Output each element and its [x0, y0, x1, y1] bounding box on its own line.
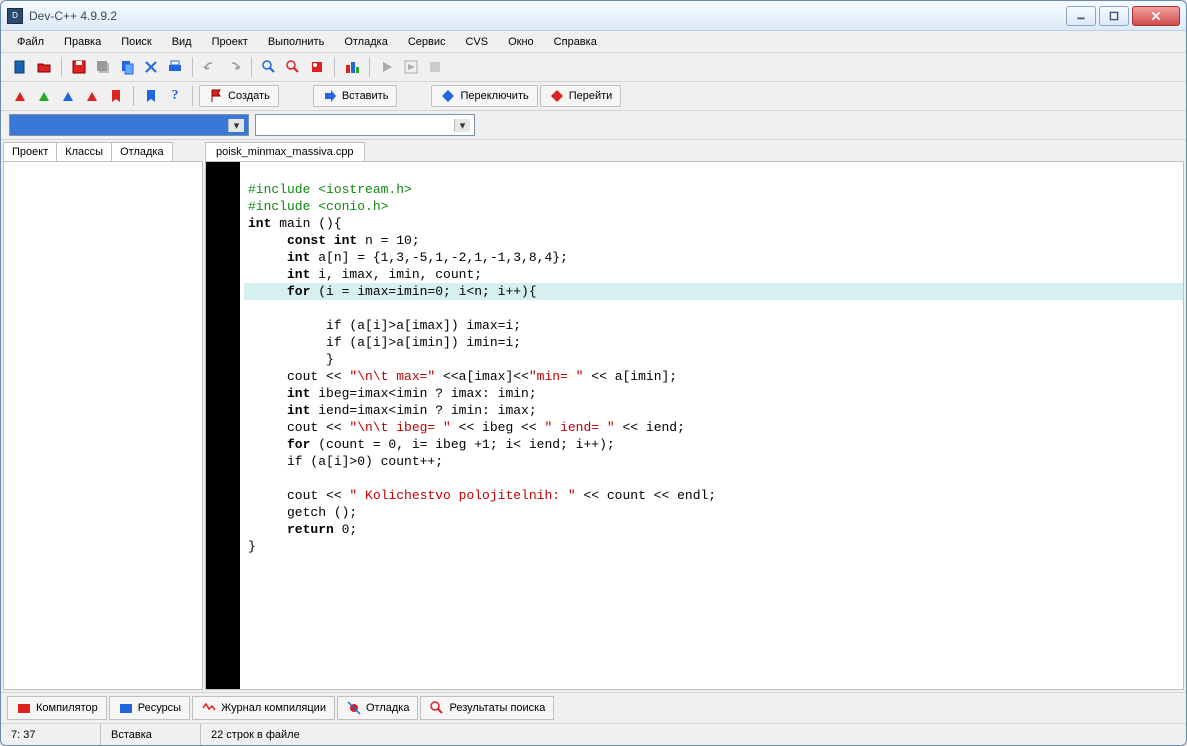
tab-search-results[interactable]: Результаты поиска	[420, 696, 554, 720]
run-icon[interactable]	[376, 56, 398, 78]
bookmark2-icon[interactable]	[140, 85, 162, 107]
redo-icon[interactable]	[223, 56, 245, 78]
copy-icon[interactable]	[116, 56, 138, 78]
status-mode: Вставка	[101, 724, 201, 745]
file-tab[interactable]: poisk_minmax_massiva.cpp	[205, 142, 365, 161]
tab-debug[interactable]: Отладка	[111, 142, 172, 161]
print-icon[interactable]	[164, 56, 186, 78]
undo-icon[interactable]	[199, 56, 221, 78]
app-window: D Dev-C++ 4.9.9.2 Файл Правка Поиск Вид …	[0, 0, 1187, 746]
left-panel: Проект Классы Отладка	[3, 142, 203, 690]
status-lines: 22 строк в файле	[201, 724, 1186, 745]
menu-debug[interactable]: Отладка	[336, 34, 395, 50]
method-combo[interactable]: ▾	[255, 114, 475, 136]
arrow-up-blue-icon[interactable]	[57, 85, 79, 107]
bottom-tabs: Компилятор Ресурсы Журнал компиляции Отл…	[1, 692, 1186, 723]
combo-toolbar: ▾ ▾	[1, 111, 1186, 140]
find-icon[interactable]	[258, 56, 280, 78]
flag-red-icon	[208, 88, 224, 104]
class-combo[interactable]: ▾	[9, 114, 249, 136]
close-button[interactable]	[1132, 6, 1180, 26]
menu-file[interactable]: Файл	[9, 34, 52, 50]
compile-run-icon[interactable]	[400, 56, 422, 78]
diamond-blue-icon	[440, 88, 456, 104]
find-next-icon[interactable]	[306, 56, 328, 78]
goto-label: Перейти	[569, 90, 613, 102]
tab-classes[interactable]: Классы	[56, 142, 112, 161]
code-area[interactable]: #include <iostream.h> #include <conio.h>…	[240, 162, 1183, 689]
tab-compile-log[interactable]: Журнал компиляции	[192, 696, 335, 720]
chevron-down-icon: ▾	[454, 119, 470, 132]
toolbar-main	[1, 53, 1186, 82]
rebuild-icon[interactable]	[424, 56, 446, 78]
toggle-button[interactable]: Переключить	[431, 85, 537, 107]
tab-compiler[interactable]: Компилятор	[7, 696, 107, 720]
statusbar: 7: 37 Вставка 22 строк в файле	[1, 723, 1186, 745]
bug-icon	[346, 700, 362, 716]
save-all-icon[interactable]	[92, 56, 114, 78]
replace-icon[interactable]	[282, 56, 304, 78]
menu-help[interactable]: Справка	[546, 34, 605, 50]
workarea: Проект Классы Отладка poisk_minmax_massi…	[1, 140, 1186, 692]
maximize-button[interactable]	[1099, 6, 1129, 26]
project-tree[interactable]	[3, 161, 203, 690]
save-icon[interactable]	[68, 56, 90, 78]
arrow-up-green-icon[interactable]	[33, 85, 55, 107]
close-file-icon[interactable]	[140, 56, 162, 78]
window-title: Dev-C++ 4.9.9.2	[29, 9, 1066, 23]
editor-panel: poisk_minmax_massiva.cpp #include <iostr…	[205, 142, 1184, 690]
menu-window[interactable]: Окно	[500, 34, 542, 50]
menu-cvs[interactable]: CVS	[457, 34, 496, 50]
folder-blue-icon	[118, 700, 134, 716]
minimize-button[interactable]	[1066, 6, 1096, 26]
editor-gutter	[206, 162, 240, 689]
menu-tools[interactable]: Сервис	[400, 34, 454, 50]
create-button[interactable]: Создать	[199, 85, 279, 107]
tab-project[interactable]: Проект	[3, 142, 57, 161]
menu-project[interactable]: Проект	[204, 34, 256, 50]
help-icon[interactable]: ?	[164, 85, 186, 107]
menu-execute[interactable]: Выполнить	[260, 34, 332, 50]
insert-button[interactable]: Вставить	[313, 85, 398, 107]
diamond-red-icon	[549, 88, 565, 104]
bookmark-icon[interactable]	[105, 85, 127, 107]
tab-resources[interactable]: Ресурсы	[109, 696, 190, 720]
arrow-right-blue-icon	[322, 88, 338, 104]
menu-edit[interactable]: Правка	[56, 34, 109, 50]
titlebar: D Dev-C++ 4.9.9.2	[1, 1, 1186, 31]
status-position: 7: 37	[1, 724, 101, 745]
code-editor[interactable]: #include <iostream.h> #include <conio.h>…	[205, 161, 1184, 690]
toolbar-debug: ? Создать Вставить Переключить Перейти	[1, 82, 1186, 111]
menu-search[interactable]: Поиск	[113, 34, 159, 50]
search-icon	[429, 700, 445, 716]
insert-label: Вставить	[342, 90, 389, 102]
folder-icon	[16, 700, 32, 716]
tab-debug-bottom[interactable]: Отладка	[337, 696, 418, 720]
goto-button[interactable]: Перейти	[540, 85, 622, 107]
chevron-down-icon: ▾	[228, 119, 244, 132]
create-label: Создать	[228, 90, 270, 102]
log-icon	[201, 700, 217, 716]
toggle-label: Переключить	[460, 90, 528, 102]
arrow-up-red-icon[interactable]	[9, 85, 31, 107]
open-file-icon[interactable]	[33, 56, 55, 78]
new-file-icon[interactable]	[9, 56, 31, 78]
compile-icon[interactable]	[341, 56, 363, 78]
menu-view[interactable]: Вид	[164, 34, 200, 50]
app-icon: D	[7, 8, 23, 24]
menubar: Файл Правка Поиск Вид Проект Выполнить О…	[1, 31, 1186, 53]
arrow-up-red2-icon[interactable]	[81, 85, 103, 107]
